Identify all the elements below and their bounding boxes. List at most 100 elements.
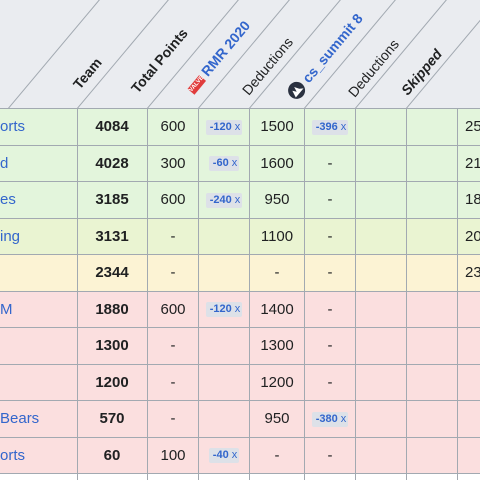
column-divider (457, 109, 458, 480)
total-points-cell: 2344 (95, 264, 129, 281)
rmr-deduction-cell (199, 328, 249, 364)
cs-summit-deduction-cell: - (327, 373, 333, 391)
table-row: 1200 - 1200 - (0, 364, 480, 401)
rmr-deduction-cell (199, 255, 249, 291)
table-row: d 4028 300 -60 x 1600 - 21 (0, 145, 480, 182)
deduction-badge: -396 x (311, 119, 349, 135)
column-divider (355, 109, 356, 480)
cs-summit-deduction-cell: - (327, 191, 333, 208)
cs-summit-deduction-cell: - (327, 337, 333, 354)
table-row: ing 3131 - 1100 - 20 (0, 218, 480, 255)
team-name-link[interactable]: M (0, 292, 13, 328)
cs-summit-points-cell: 1600 (260, 154, 294, 172)
rmr-deduction-cell: -120 x (199, 292, 249, 328)
remove-deduction-icon[interactable]: x (341, 413, 347, 425)
rmr-points-cell: - (170, 410, 176, 427)
cs-summit-points-cell: 1500 (260, 118, 294, 135)
column-divider (406, 109, 407, 480)
remove-deduction-icon[interactable]: x (235, 303, 241, 315)
deduction-value: -380 (315, 412, 338, 425)
rmr-deduction-cell (199, 365, 249, 401)
total-points-cell: 60 (103, 446, 121, 464)
remove-deduction-icon[interactable]: x (235, 194, 241, 206)
team-name-link[interactable]: orts (0, 438, 25, 474)
table-row: 1300 - 1300 - (0, 328, 480, 364)
table-row: M 1880 600 -120 x 1400 - (0, 291, 480, 328)
deduction-value: -40 (212, 449, 229, 462)
rmr-deduction-cell (199, 401, 249, 437)
rmr-deduction-cell: -40 x (199, 438, 249, 474)
skipped-cell (356, 109, 406, 145)
total-points-cell: 1880 (95, 300, 129, 318)
total-points-cell: 1300 (95, 337, 129, 354)
table-row: Bears 570 - 950 -380 x (0, 401, 480, 437)
cs-summit-deduction-cell: - (327, 264, 333, 281)
team-name-link[interactable]: Bears (0, 401, 39, 437)
cs-summit-deduction-cell: - (327, 154, 333, 172)
rmr-points-cell: 300 (160, 154, 186, 172)
team-name-link[interactable]: orts (0, 109, 25, 145)
cs-summit-deduction-cell: - (327, 300, 333, 318)
remove-deduction-icon[interactable]: x (235, 121, 241, 133)
rmr-deduction-cell: -120 x (199, 109, 249, 145)
next-column-cell: 21 (465, 154, 480, 172)
deduction-badge: -120 x (205, 119, 243, 135)
team-name-link[interactable]: d (0, 146, 8, 182)
total-points-cell: 1200 (95, 373, 129, 391)
rmr-deduction-cell: -60 x (199, 146, 249, 182)
deduction-value: -120 (209, 303, 232, 316)
deduction-value: -120 (209, 120, 232, 133)
remove-deduction-icon[interactable]: x (341, 121, 347, 133)
deduction-value: -60 (212, 157, 229, 170)
rmr-deduction-cell: -240 x (199, 182, 249, 218)
total-points-cell: 570 (99, 410, 125, 427)
total-points-cell: 3131 (95, 227, 129, 245)
skipped-cell (356, 438, 406, 474)
deduction-badge: -60 x (208, 156, 240, 172)
column-divider (147, 109, 148, 480)
skipped-cell (356, 365, 406, 401)
total-points-cell: 4028 (95, 154, 129, 172)
skipped-cell (356, 328, 406, 364)
skipped-cell (356, 292, 406, 328)
remove-deduction-icon[interactable]: x (232, 157, 238, 169)
column-divider (304, 109, 305, 480)
cs-summit-deduction-cell: -380 x (305, 401, 355, 437)
rmr-deduction-cell (199, 219, 249, 255)
total-points-cell: 3185 (95, 191, 129, 208)
table-row: es 3185 600 -240 x 950 - 18 (0, 182, 480, 218)
rmr-points-cell: 600 (160, 118, 186, 135)
deduction-value: -396 (315, 120, 338, 133)
table-row: orts 4084 600 -120 x 1500 -396 x 25 (0, 109, 480, 145)
column-divider (249, 109, 250, 480)
deduction-value: -240 (209, 193, 232, 206)
deduction-badge: -120 x (205, 302, 243, 318)
cs-summit-deduction-cell: - (327, 227, 333, 245)
deduction-badge: -240 x (205, 192, 243, 208)
rmr-points-cell: - (170, 373, 176, 391)
skipped-cell (356, 182, 406, 218)
cs-summit-points-cell: 1200 (260, 373, 294, 391)
rmr-points-cell: 600 (160, 191, 186, 208)
cs-summit-points-cell: 1400 (260, 300, 294, 318)
skipped-cell (356, 146, 406, 182)
cs-summit-points-cell: - (274, 264, 280, 281)
rmr-points-cell: 100 (160, 446, 186, 464)
rmr-points-cell: - (170, 337, 176, 354)
next-column-cell: 23 (465, 264, 480, 281)
team-name-link[interactable]: es (0, 182, 16, 218)
skipped-cell (356, 255, 406, 291)
cs-summit-points-cell: 950 (264, 191, 290, 208)
table-row: orts 60 100 -40 x - - (0, 437, 480, 474)
team-name-link[interactable]: ing (0, 219, 20, 255)
remove-deduction-icon[interactable]: x (232, 449, 238, 461)
cs-summit-deduction-cell: -396 x (305, 109, 355, 145)
next-column-cell: 20 (465, 227, 480, 245)
next-column-cell: 18 (465, 191, 480, 208)
total-points-cell: 4084 (95, 118, 129, 135)
cs-summit-deduction-cell: - (327, 446, 333, 464)
standings-table: Team Total Points VALVERMR 2020 Deductio… (0, 0, 480, 480)
rmr-points-cell: - (170, 227, 176, 245)
row-divider (0, 473, 480, 474)
cs-summit-points-cell: 1100 (260, 227, 294, 245)
